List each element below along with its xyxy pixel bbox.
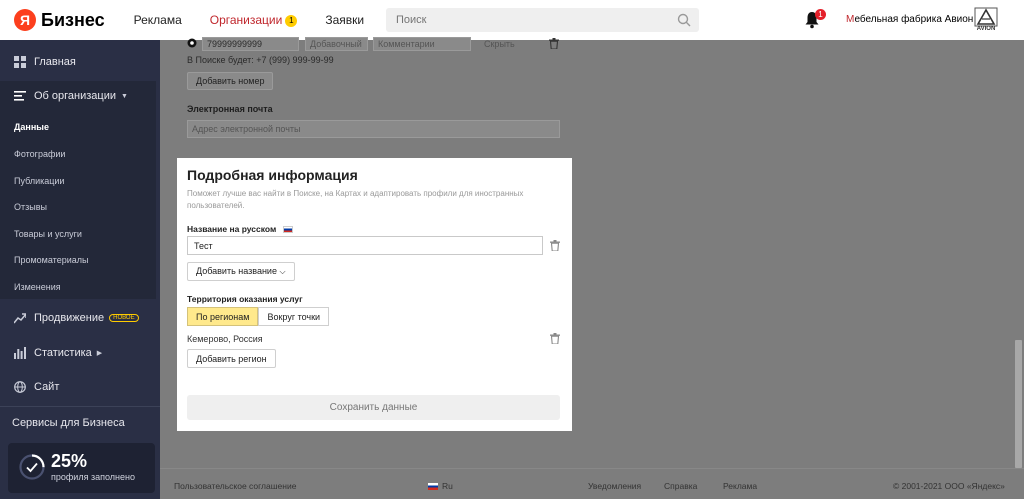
sidebar-item-label: Статистика <box>34 347 92 359</box>
bar-chart-icon <box>14 347 26 359</box>
logo-text: Бизнес <box>41 9 105 30</box>
add-region-button[interactable]: Добавить регион <box>187 349 276 368</box>
footer-ads-link[interactable]: Реклама <box>723 481 757 491</box>
add-name-button[interactable]: Добавить название ⌵ <box>187 262 295 281</box>
sidebar-item-label: Сайт <box>34 381 60 393</box>
contacts-section: 79999999999 Добавочный Комментарии Скрыт… <box>178 37 571 158</box>
trash-icon[interactable] <box>550 333 560 344</box>
sidebar-item-label: Главная <box>34 56 76 68</box>
trend-up-icon <box>14 313 26 324</box>
footer-help-link[interactable]: Справка <box>664 481 697 491</box>
organization-logo[interactable]: AVION <box>974 7 998 35</box>
phone-input[interactable]: 79999999999 <box>202 37 299 51</box>
details-card: Подробная информация Поможет лучше вас н… <box>177 158 572 431</box>
add-name-label: Добавить название <box>196 266 277 276</box>
sidebar-divider <box>0 406 160 407</box>
chevron-down-icon: ⌵ <box>279 267 286 276</box>
tab-by-regions[interactable]: По регионам <box>187 307 259 326</box>
trash-icon[interactable] <box>549 38 559 49</box>
hide-phone-link[interactable]: Скрыть <box>484 39 515 49</box>
chevron-right-icon: ▶ <box>96 350 103 357</box>
russia-flag-icon <box>283 226 294 233</box>
nav-organizations[interactable]: Организации 1 <box>210 13 298 27</box>
details-description: Поможет лучше вас найти в Поиске, на Кар… <box>187 189 524 210</box>
footer-copyright: © 2001-2021 ООО «Яндекс» <box>893 481 1005 491</box>
scrollbar-thumb[interactable] <box>1015 340 1022 468</box>
email-label: Электронная почта <box>187 104 273 114</box>
save-button[interactable]: Сохранить данные <box>187 395 560 420</box>
tab-around-point[interactable]: Вокруг точки <box>258 307 330 326</box>
sidebar-item-promotion[interactable]: Продвижение НОВОЕ <box>0 304 160 332</box>
comment-input[interactable]: Комментарии <box>373 37 471 51</box>
nav-requests[interactable]: Заявки <box>325 13 364 27</box>
search-box <box>386 8 699 32</box>
sidebar-group-organization <box>0 81 156 299</box>
avion-logo-text: AVION <box>976 26 996 32</box>
nav-organizations-label: Организации <box>209 13 283 27</box>
footer-notifications-link[interactable]: Уведомления <box>588 481 641 491</box>
search-preview-text: В Поиске будет: +7 (999) 999-99-99 <box>187 55 334 65</box>
sidebar-subitem-data[interactable]: Данные <box>14 122 49 132</box>
sidebar: Главная Об организации ▼ Данные Фотограф… <box>0 40 160 499</box>
footer: Пользовательское соглашение Ru Уведомлен… <box>160 468 1024 499</box>
footer-agreement-link[interactable]: Пользовательское соглашение <box>174 481 296 491</box>
current-organization[interactable]: Мебельная фабрика Авион <box>846 14 973 25</box>
profile-progress-label: профиля заполнено <box>51 472 135 482</box>
sidebar-item-main[interactable]: Главная <box>0 48 160 76</box>
region-value: Кемерово, Россия <box>187 334 263 344</box>
sidebar-item-label: Об организации <box>34 90 117 102</box>
extension-input[interactable]: Добавочный <box>305 37 368 51</box>
sidebar-subitem-changes[interactable]: Изменения <box>14 282 61 292</box>
grid-icon <box>14 56 26 68</box>
globe-icon <box>14 381 26 393</box>
name-ru-input[interactable] <box>187 236 543 255</box>
nav-ads[interactable]: Реклама <box>134 13 182 27</box>
territory-segmented-control: По регионам Вокруг точки <box>187 307 330 326</box>
sidebar-subitem-reviews[interactable]: Отзывы <box>14 202 47 212</box>
chevron-down-icon: ▼ <box>121 92 128 100</box>
organizations-badge: 1 <box>285 15 298 27</box>
sidebar-subitem-photos[interactable]: Фотографии <box>14 149 65 159</box>
search-input[interactable] <box>386 8 666 32</box>
russia-flag-icon <box>428 483 438 490</box>
sidebar-subitem-publications[interactable]: Публикации <box>14 176 64 186</box>
sidebar-subitem-promo-materials[interactable]: Промоматериалы <box>14 255 88 265</box>
sidebar-item-site[interactable]: Сайт <box>0 373 160 401</box>
org-name-rest: ебельная фабрика Авион <box>854 14 974 25</box>
trash-icon[interactable] <box>550 240 560 251</box>
sidebar-item-organization[interactable]: Об организации ▼ <box>0 82 160 110</box>
sidebar-item-label: Продвижение <box>34 312 105 324</box>
search-icon[interactable] <box>677 13 691 27</box>
add-phone-button[interactable]: Добавить номер <box>187 72 274 90</box>
eye-icon[interactable] <box>187 38 197 48</box>
footer-language[interactable]: Ru <box>428 481 453 491</box>
notifications-badge: 1 <box>815 9 826 20</box>
name-ru-label-text: Название на русском <box>187 224 277 234</box>
yandex-business-logo[interactable]: Я Бизнес <box>14 9 105 31</box>
profile-progress-value: 25% <box>51 451 88 471</box>
sidebar-item-statistics[interactable]: Статистика ▶ <box>0 339 160 367</box>
territory-label: Территория оказания услуг <box>187 294 303 304</box>
details-title: Подробная информация <box>187 167 358 183</box>
profile-progress-ring-icon <box>19 454 45 480</box>
new-badge: НОВОЕ <box>109 314 139 322</box>
footer-language-label: Ru <box>442 481 453 491</box>
sidebar-subitem-goods[interactable]: Товары и услуги <box>14 229 82 239</box>
name-ru-label: Название на русском <box>187 224 294 234</box>
yandex-logo-icon: Я <box>14 9 36 31</box>
sidebar-business-services[interactable]: Сервисы для Бизнеса <box>12 417 125 429</box>
email-input[interactable]: Адрес электронной почты <box>187 120 560 138</box>
list-icon <box>14 91 26 101</box>
profile-progress-card[interactable]: 25% профиля заполнено <box>8 443 155 493</box>
